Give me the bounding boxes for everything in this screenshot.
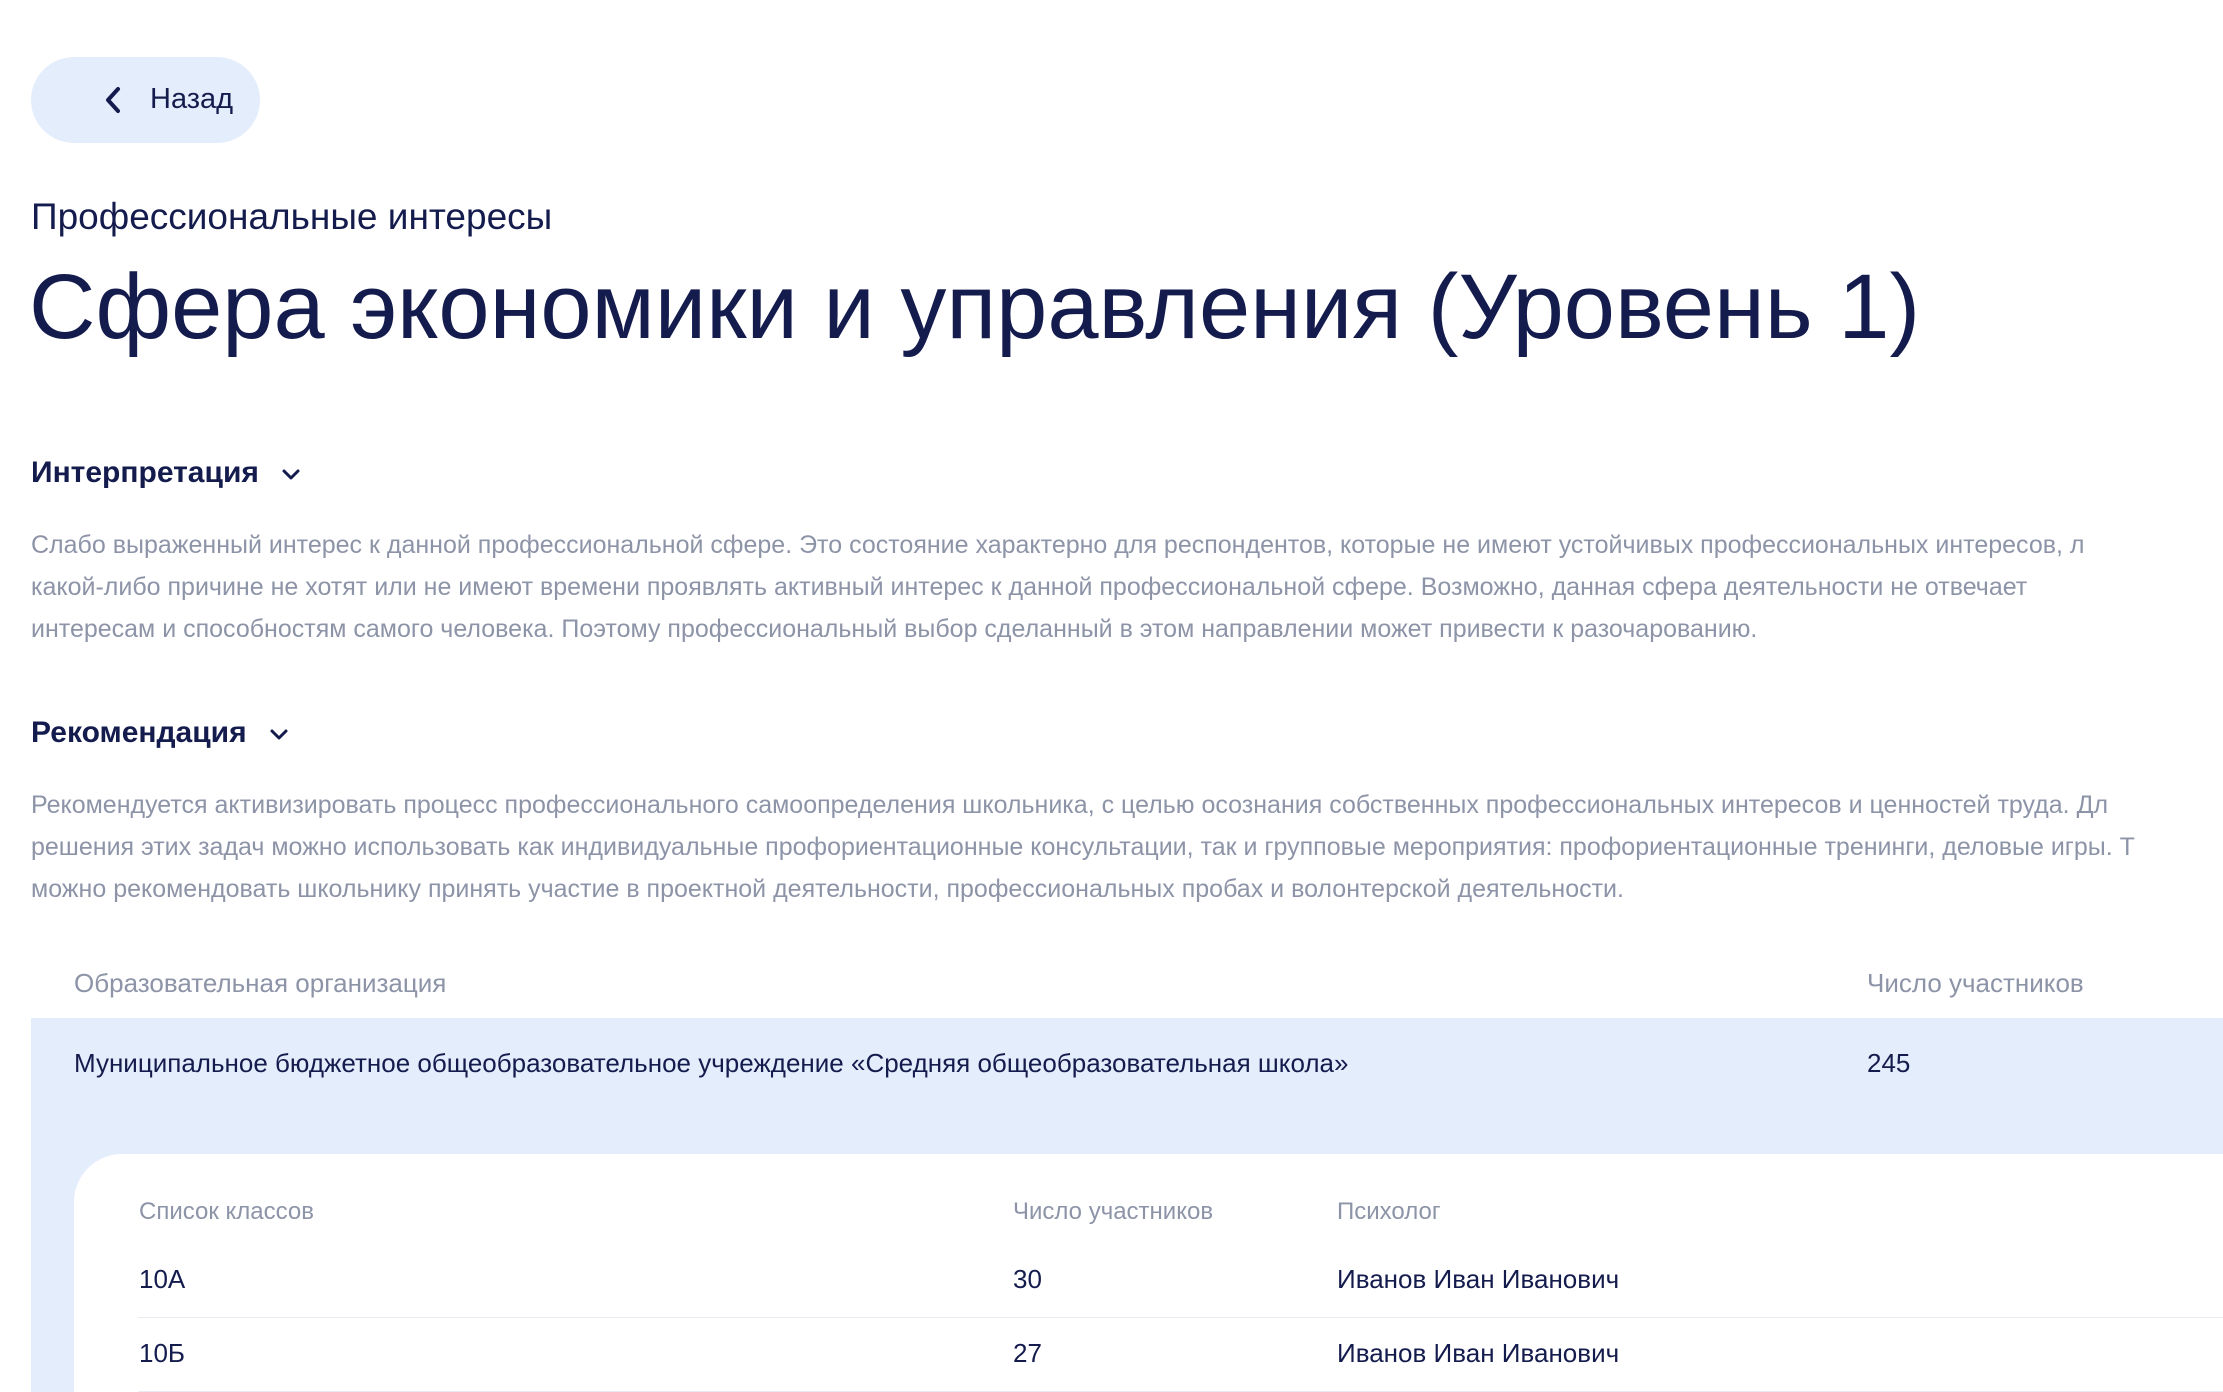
- column-header-count: Число участников: [1013, 1198, 1214, 1225]
- chevron-left-icon: [106, 87, 120, 113]
- psychologist-name: Иванов Иван Иванович: [1337, 1264, 1620, 1294]
- interpretation-line: интересам и способностям самого человека…: [31, 615, 1758, 643]
- page-subtitle: Профессиональные интересы: [31, 196, 553, 237]
- recommendation-line: решения этих задач можно использовать ка…: [31, 833, 2135, 861]
- class-name: 10Б: [139, 1338, 185, 1368]
- class-participant-count: 30: [1013, 1264, 1042, 1294]
- recommendation-text: Рекомендуется активизировать процесс про…: [31, 784, 2223, 910]
- column-header-org: Образовательная организация: [74, 968, 447, 998]
- recommendation-line: Рекомендуется активизировать процесс про…: [31, 791, 2109, 819]
- column-header-count: Число участников: [1867, 968, 2084, 998]
- table-row[interactable]: 10Б 27 Иванов Иван Иванович: [138, 1318, 2223, 1392]
- interpretation-toggle[interactable]: Интерпретация: [31, 456, 301, 490]
- back-button-label: Назад: [150, 83, 234, 115]
- chevron-down-icon: [270, 729, 288, 739]
- table-row[interactable]: 10А 30 Иванов Иван Иванович: [138, 1244, 2223, 1318]
- page: Назад Профессиональные интересы Сфера эк…: [0, 0, 2223, 1392]
- recommendation-heading: Рекомендация: [31, 716, 247, 749]
- back-button[interactable]: Назад: [31, 57, 260, 143]
- recommendation-toggle[interactable]: Рекомендация: [31, 716, 289, 750]
- recommendation-line: можно рекомендовать школьнику принять уч…: [31, 875, 1624, 903]
- class-participant-count: 27: [1013, 1338, 1042, 1368]
- interpretation-text: Слабо выраженный интерес к данной профес…: [31, 524, 2223, 650]
- class-name: 10А: [139, 1264, 186, 1294]
- interpretation-line: Слабо выраженный интерес к данной профес…: [31, 531, 2085, 559]
- interpretation-line: какой-либо причине не хотят или не имеют…: [31, 573, 2028, 601]
- chevron-down-icon: [282, 469, 300, 479]
- interpretation-heading: Интерпретация: [31, 456, 259, 489]
- classes-table: Список классов Число участников Психолог…: [74, 1154, 2223, 1392]
- column-header-classes: Список классов: [139, 1198, 315, 1225]
- org-table-header: Образовательная организация Число участн…: [31, 968, 2223, 1018]
- org-name: Муниципальное бюджетное общеобразователь…: [74, 1048, 1349, 1078]
- page-title: Сфера экономики и управления (Уровень 1): [29, 256, 1921, 358]
- column-header-psychologist: Психолог: [1337, 1198, 1441, 1225]
- org-participant-count: 245: [1867, 1048, 1911, 1078]
- psychologist-name: Иванов Иван Иванович: [1337, 1338, 1620, 1368]
